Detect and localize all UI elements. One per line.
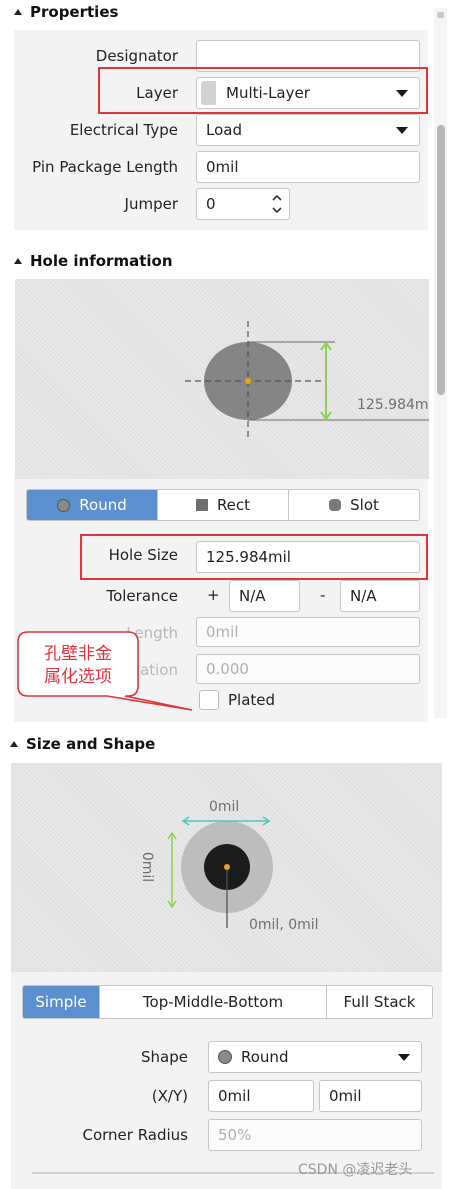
watermark-text: CSDN @凌迟老头 (298, 1162, 413, 1178)
callout-line-1: 孔壁非金 (44, 644, 112, 664)
shape-tab-round[interactable]: Round (27, 490, 158, 520)
shape-tab-slot[interactable]: Slot (289, 490, 419, 520)
pad-height-label: 0mil (139, 851, 156, 883)
scroll-up-icon[interactable] (437, 12, 444, 18)
chevron-down-icon (396, 90, 408, 97)
callout-line-2: 属化选项 (44, 667, 112, 687)
electrical-type-label: Electrical Type (69, 121, 178, 139)
tolerance-minus-sign: - (320, 586, 326, 604)
mode-tab-full-stack[interactable]: Full Stack (327, 986, 432, 1018)
stack-mode-selector: Simple Top-Middle-Bottom Full Stack (22, 985, 433, 1019)
electrical-type-value: Load (206, 121, 242, 139)
round-shape-icon (57, 498, 71, 512)
rect-shape-icon (195, 499, 208, 511)
hole-dimension-label: 125.984mil (357, 397, 429, 413)
hole-size-field[interactable]: 125.984mil (196, 541, 420, 573)
layer-select[interactable]: Multi-Layer (196, 77, 420, 109)
x-field[interactable]: 0mil (208, 1080, 314, 1112)
pad-offset-label: 0mil, 0mil (249, 917, 319, 933)
tolerance-label: Tolerance (106, 587, 178, 605)
jumper-label: Jumper (124, 195, 178, 213)
properties-title: Properties (30, 3, 119, 21)
length-field[interactable]: 0mil (196, 617, 420, 647)
pad-preview-canvas: 0mil 0mil 0mil, 0mil (11, 763, 442, 972)
collapse-triangle-icon (14, 258, 22, 264)
hole-shape-selector: Round Rect Slot (26, 489, 420, 521)
round-shape-icon (218, 1050, 232, 1064)
jumper-value: 0 (206, 195, 216, 213)
shape-label: Shape (141, 1048, 188, 1066)
tolerance-plus-sign: + (207, 586, 220, 604)
rotation-field[interactable]: 0.000 (196, 654, 420, 684)
electrical-type-select[interactable]: Load (196, 114, 420, 146)
layer-label: Layer (136, 84, 178, 102)
jumper-stepper[interactable]: 0 (196, 188, 290, 220)
corner-radius-field[interactable]: 50% (208, 1119, 422, 1151)
hole-preview-drawing (185, 321, 429, 439)
pad-width-label: 0mil (209, 799, 240, 815)
collapse-triangle-icon (14, 9, 22, 15)
hole-size-label: Hole Size (108, 546, 178, 564)
y-field[interactable]: 0mil (319, 1080, 422, 1112)
chevron-down-icon (398, 1054, 410, 1061)
properties-section-header[interactable]: Properties (14, 3, 118, 21)
hole-info-section-header[interactable]: Hole information (14, 252, 173, 270)
layer-color-swatch (201, 81, 216, 105)
pin-package-length-field[interactable]: 0mil (196, 151, 420, 183)
size-shape-title: Size and Shape (26, 735, 156, 753)
mode-tab-simple[interactable]: Simple (23, 986, 100, 1018)
hole-info-title: Hole information (30, 252, 173, 270)
shape-tab-rect[interactable]: Rect (158, 490, 289, 520)
layer-value: Multi-Layer (226, 84, 310, 102)
collapse-triangle-icon (10, 741, 18, 747)
stepper-arrows-icon[interactable] (271, 192, 283, 216)
shape-value: Round (241, 1048, 289, 1066)
chevron-down-icon (396, 127, 408, 134)
scrollbar-thumb[interactable] (437, 125, 445, 395)
xy-label: (X/Y) (151, 1087, 188, 1105)
slot-shape-icon (329, 499, 342, 511)
tolerance-plus-field[interactable]: N/A (229, 580, 300, 612)
corner-radius-label: Corner Radius (82, 1126, 188, 1144)
hole-preview-canvas: 125.984mil (15, 279, 429, 479)
designator-label: Designator (95, 47, 178, 65)
size-shape-section-header[interactable]: Size and Shape (10, 735, 155, 753)
pad-preview-drawing (167, 816, 273, 928)
pin-package-length-label: Pin Package Length (32, 158, 178, 176)
mode-tab-top-middle-bottom[interactable]: Top-Middle-Bottom (100, 986, 327, 1018)
tolerance-minus-field[interactable]: N/A (340, 580, 420, 612)
shape-select[interactable]: Round (208, 1041, 422, 1073)
plated-label: Plated (228, 691, 276, 709)
